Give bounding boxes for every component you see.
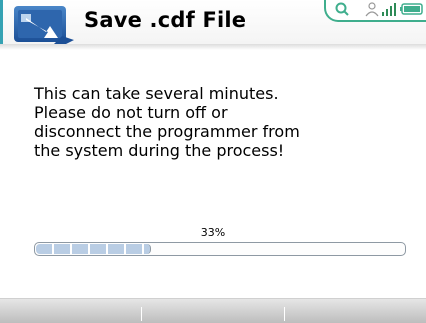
signal-icon [382, 3, 396, 16]
warning-message: This can take several minutes. Please do… [34, 84, 300, 160]
save-to-device-icon [14, 6, 74, 44]
progress-fill [36, 244, 151, 254]
accent-edge [0, 0, 3, 48]
softkey-bar [0, 298, 426, 323]
title-bar: Save .cdf File [0, 0, 426, 48]
progress-bar [34, 242, 406, 256]
softkey-right[interactable] [285, 299, 426, 323]
battery-icon [400, 3, 423, 15]
softkey-left[interactable] [0, 299, 141, 323]
status-icons [335, 2, 423, 17]
status-area [324, 0, 426, 22]
title-bar-shadow [0, 44, 426, 50]
progress-percent: 33% [200, 226, 226, 239]
user-icon [365, 2, 379, 17]
softkey-middle[interactable] [142, 299, 283, 323]
dialog-window: Save .cdf File This can take several min… [0, 0, 426, 323]
page-title: Save .cdf File [84, 8, 247, 32]
search-icon [335, 2, 349, 16]
